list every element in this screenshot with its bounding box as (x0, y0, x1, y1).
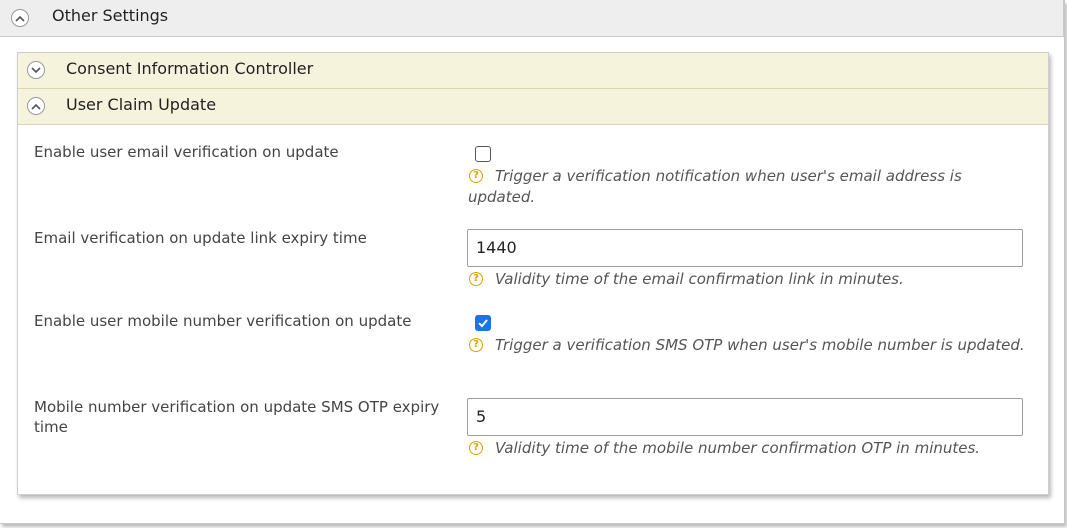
email-expiry-input[interactable]: 1440 (467, 229, 1023, 267)
mobile-verify-help: Trigger a verification SMS OTP when user… (495, 336, 1025, 354)
chevron-up-icon[interactable] (27, 97, 45, 115)
chevron-up-icon[interactable] (11, 9, 29, 27)
other-settings-header[interactable]: Other Settings (0, 0, 1064, 37)
mobile-expiry-input[interactable]: 5 (467, 398, 1023, 436)
email-expiry-label: Email verification on update link expiry… (34, 229, 367, 247)
user-claim-update-title: User Claim Update (66, 95, 217, 114)
mobile-verify-label: Enable user mobile number verification o… (34, 312, 412, 330)
mobile-expiry-help: Validity time of the mobile number confi… (495, 439, 981, 457)
email-verify-checkbox[interactable] (475, 146, 491, 162)
consent-controller-header[interactable]: Consent Information Controller (18, 53, 1048, 89)
email-verify-label: Enable user email verification on update (34, 143, 339, 161)
email-expiry-help: Validity time of the email confirmation … (495, 270, 904, 288)
consent-controller-title: Consent Information Controller (66, 59, 314, 78)
other-settings-panel: Other Settings Consent Information Contr… (0, 0, 1065, 524)
other-settings-title: Other Settings (52, 6, 169, 25)
user-claim-update-header[interactable]: User Claim Update (18, 89, 1048, 125)
mobile-expiry-label: Mobile number verification on update SMS… (34, 398, 440, 436)
mobile-verify-checkbox[interactable] (475, 315, 491, 331)
chevron-down-icon[interactable] (27, 61, 45, 79)
email-verify-help: Trigger a verification notification when… (468, 167, 962, 206)
